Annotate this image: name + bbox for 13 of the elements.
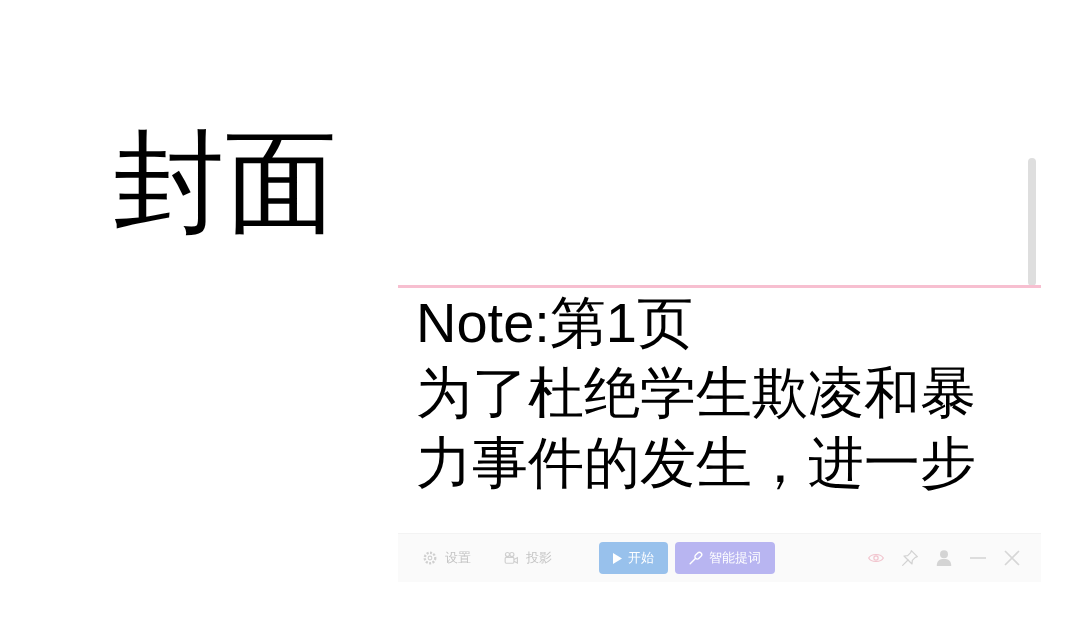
note-heading: Note:第1页 <box>416 290 693 356</box>
prompt-button[interactable]: 智能提词 <box>675 542 775 574</box>
person-icon[interactable] <box>936 550 952 566</box>
play-icon <box>613 552 622 564</box>
gear-icon <box>423 551 437 565</box>
microphone-icon <box>689 551 703 565</box>
scrollbar[interactable] <box>1028 158 1036 286</box>
pin-icon[interactable] <box>902 550 918 566</box>
note-text: 为了杜绝学生欺凌和暴力事件的发生，进一步 <box>416 360 977 496</box>
close-icon[interactable] <box>1004 550 1020 566</box>
camera-icon <box>504 551 518 565</box>
start-button[interactable]: 开始 <box>599 542 668 574</box>
slide-title: 封面 <box>113 121 337 245</box>
